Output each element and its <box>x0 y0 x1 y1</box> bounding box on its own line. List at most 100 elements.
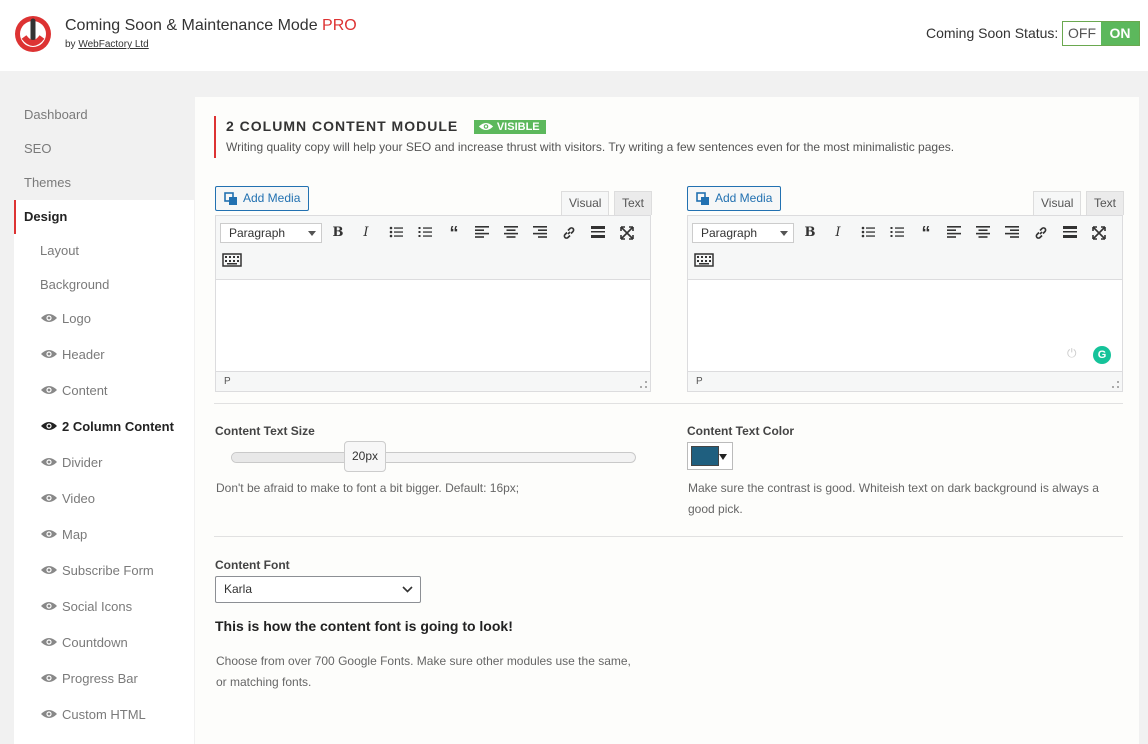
sidebar-item-dashboard[interactable]: Dashboard <box>14 98 194 132</box>
resize-handle-icon[interactable] <box>1112 381 1119 388</box>
italic-icon[interactable]: I <box>356 223 376 243</box>
read-more-icon[interactable] <box>588 223 608 243</box>
editor-status-bar: P <box>216 371 650 391</box>
byline: by WebFactory Ltd <box>65 39 149 50</box>
link-icon[interactable] <box>1031 223 1051 243</box>
tab-text[interactable]: Text <box>614 191 653 215</box>
editor-status-bar: P <box>688 371 1122 391</box>
content-editor-right: Add Media Visual Text Paragraph B I “ ⏻ … <box>687 186 1125 393</box>
coming-soon-status-label: Coming Soon Status: <box>926 25 1059 41</box>
webfactory-link[interactable]: WebFactory Ltd <box>78 39 148 50</box>
eye-icon <box>41 386 57 394</box>
sidebar-nav: Dashboard SEO Themes Design Layout Backg… <box>14 97 194 744</box>
eye-icon <box>41 422 57 430</box>
align-center-icon[interactable] <box>973 223 993 243</box>
text-size-slider-track[interactable] <box>231 452 636 463</box>
text-size-slider-handle[interactable]: 20px <box>344 441 386 472</box>
blockquote-icon[interactable]: “ <box>444 223 464 243</box>
sidebar-subitem-social-icons[interactable]: Social Icons <box>14 590 194 624</box>
sidebar-subitem-countdown[interactable]: Countdown <box>14 626 194 660</box>
sidebar-item-seo[interactable]: SEO <box>14 132 194 166</box>
content-font-label: Content Font <box>215 558 290 572</box>
sidebar-subitem-subscribe-form[interactable]: Subscribe Form <box>14 554 194 588</box>
tab-text[interactable]: Text <box>1086 191 1125 215</box>
numbered-list-icon[interactable] <box>887 223 907 243</box>
sidebar-item-design[interactable]: Design <box>14 200 194 234</box>
main-panel: 2 COLUMN CONTENT MODULE VISIBLE Writing … <box>195 97 1139 744</box>
sidebar-subitem-content[interactable]: Content <box>14 374 194 408</box>
sidebar-subitem-logo[interactable]: Logo <box>14 302 194 336</box>
align-left-icon[interactable] <box>944 223 964 243</box>
fullscreen-icon[interactable] <box>617 223 637 243</box>
link-icon[interactable] <box>559 223 579 243</box>
sidebar-subitem-video[interactable]: Video <box>14 482 194 516</box>
app-title: Coming Soon & Maintenance Mode PRO <box>65 17 357 34</box>
numbered-list-icon[interactable] <box>415 223 435 243</box>
eye-icon <box>41 530 57 538</box>
format-select[interactable]: Paragraph <box>692 223 794 243</box>
sidebar-subitem-background[interactable]: Background <box>14 268 194 302</box>
read-more-icon[interactable] <box>1060 223 1080 243</box>
eye-icon <box>41 674 57 682</box>
eye-icon <box>41 458 57 466</box>
text-size-hint: Don't be afraid to make to font a bit bi… <box>216 481 520 495</box>
chevron-down-icon <box>719 454 727 460</box>
align-right-icon[interactable] <box>1002 223 1022 243</box>
bold-icon[interactable]: B <box>328 223 348 243</box>
section-divider <box>214 403 1123 404</box>
italic-icon[interactable]: I <box>828 223 848 243</box>
resize-handle-icon[interactable] <box>640 381 647 388</box>
grammarly-widget[interactable]: ⏻ G <box>1059 342 1117 368</box>
visible-badge[interactable]: VISIBLE <box>473 120 546 134</box>
content-font-hint: Choose from over 700 Google Fonts. Make … <box>216 654 631 689</box>
align-right-icon[interactable] <box>530 223 550 243</box>
bullet-list-icon[interactable] <box>858 223 878 243</box>
sidebar-subitem-custom-html[interactable]: Custom HTML <box>14 698 194 732</box>
eye-icon <box>41 710 57 718</box>
toolbar-toggle-icon[interactable] <box>694 252 714 268</box>
text-color-picker[interactable] <box>687 442 733 470</box>
eye-icon <box>478 122 493 131</box>
grammarly-icon[interactable]: G <box>1093 346 1111 364</box>
text-color-label: Content Text Color <box>687 424 795 438</box>
tab-visual[interactable]: Visual <box>1033 191 1082 215</box>
editor-content-area[interactable] <box>216 280 650 371</box>
media-icon <box>696 192 709 205</box>
sidebar-subitem-header[interactable]: Header <box>14 338 194 372</box>
bullet-list-icon[interactable] <box>386 223 406 243</box>
toolbar-toggle-icon[interactable] <box>222 252 242 268</box>
sidebar-subitem-progress-bar[interactable]: Progress Bar <box>14 662 194 696</box>
text-color-hint: Make sure the contrast is good. Whiteish… <box>688 481 1099 516</box>
blockquote-icon[interactable]: “ <box>916 223 936 243</box>
section-divider <box>214 536 1123 537</box>
editor-box: Paragraph B I “ ⏻ G P <box>687 215 1123 392</box>
editor-box: Paragraph B I “ P <box>215 215 651 392</box>
tab-visual[interactable]: Visual <box>561 191 610 215</box>
sidebar-subitem-2-column-content[interactable]: 2 Column Content <box>14 410 194 444</box>
eye-icon <box>41 602 57 610</box>
text-size-label: Content Text Size <box>215 424 315 438</box>
content-font-select[interactable]: Karla <box>215 576 421 603</box>
power-icon[interactable]: ⏻ <box>1067 346 1077 361</box>
add-media-button[interactable]: Add Media <box>215 186 310 211</box>
bold-icon[interactable]: B <box>800 223 820 243</box>
toggle-off-label: OFF <box>1068 25 1096 41</box>
chevron-down-icon <box>402 586 413 593</box>
eye-icon <box>41 314 57 322</box>
sidebar-subitem-divider[interactable]: Divider <box>14 446 194 480</box>
sidebar-subitem-map[interactable]: Map <box>14 518 194 552</box>
align-center-icon[interactable] <box>501 223 521 243</box>
eye-icon <box>41 494 57 502</box>
eye-icon <box>41 350 57 358</box>
pro-label: PRO <box>322 17 357 34</box>
add-media-button[interactable]: Add Media <box>687 186 782 211</box>
sidebar-item-themes[interactable]: Themes <box>14 166 194 200</box>
coming-soon-status-toggle[interactable]: OFF ON <box>1062 21 1140 46</box>
sidebar-subitem-layout[interactable]: Layout <box>14 234 194 268</box>
editor-content-area[interactable]: ⏻ G <box>688 280 1122 371</box>
fullscreen-icon[interactable] <box>1089 223 1109 243</box>
module-header: 2 COLUMN CONTENT MODULE VISIBLE Writing … <box>214 116 954 158</box>
format-select[interactable]: Paragraph <box>220 223 322 243</box>
toggle-on-label: ON <box>1101 22 1139 45</box>
align-left-icon[interactable] <box>472 223 492 243</box>
